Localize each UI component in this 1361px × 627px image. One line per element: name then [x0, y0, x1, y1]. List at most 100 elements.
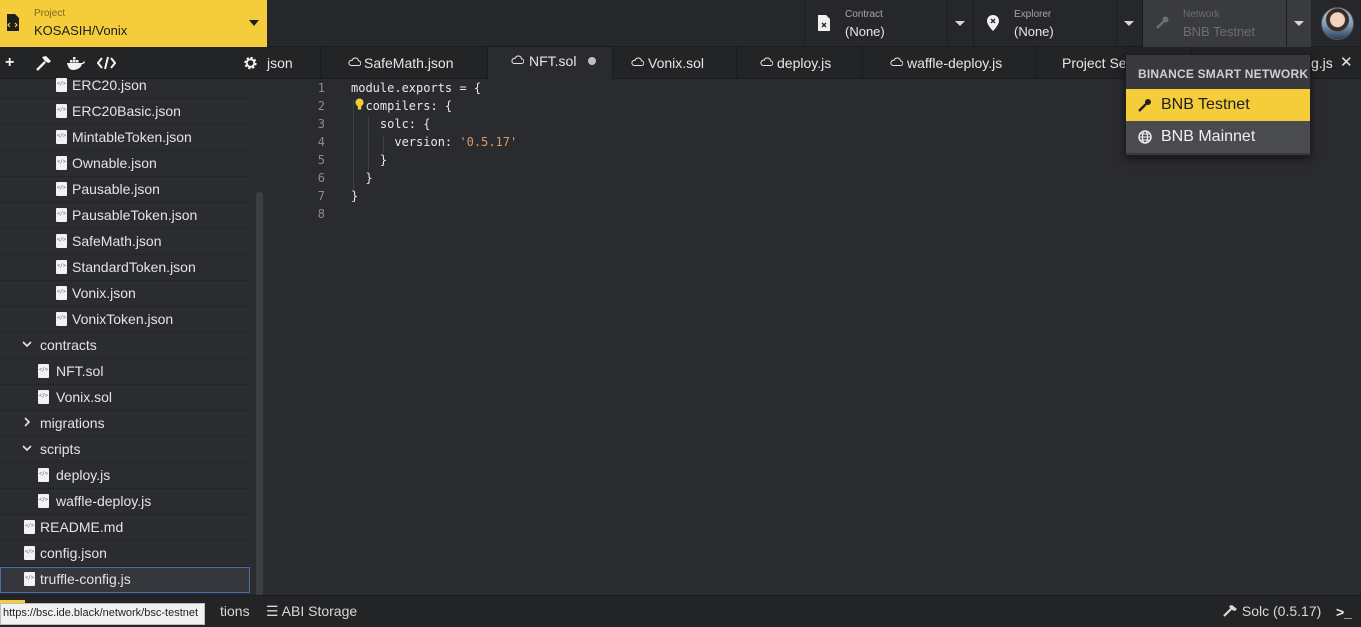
cloud-icon — [631, 57, 644, 66]
tree-item-label: ERC20.json — [72, 77, 147, 93]
chevron-down-icon[interactable] — [22, 443, 32, 453]
code-editor[interactable]: 1 2 3 4 5 6 7 8 module.exports = { compi… — [267, 79, 1361, 595]
line-number: 5 — [317, 153, 325, 167]
network-value: BNB Testnet — [1183, 24, 1256, 39]
tab-truffle-config-partial[interactable]: g.js — [1311, 47, 1341, 79]
tree-folder[interactable]: contracts — [0, 333, 250, 359]
tab-label: Project Se — [1062, 55, 1127, 71]
chevron-right-icon[interactable] — [22, 417, 32, 427]
tree-item-label: truffle-config.js — [40, 571, 131, 587]
tree-item-label: MintableToken.json — [72, 129, 192, 145]
tree-item[interactable]: waffle-deploy.js — [0, 489, 250, 515]
code-line: module.exports = { — [351, 81, 482, 95]
tree-item-label: Pausable.json — [72, 181, 160, 197]
explorer-dropdown-toggle[interactable] — [1116, 0, 1141, 47]
line-number: 8 — [317, 207, 325, 221]
tab-partial[interactable]: json — [267, 47, 321, 79]
tree-item[interactable]: ERC20.json — [0, 73, 250, 99]
tree-item-label: config.json — [40, 545, 107, 561]
tree-folder[interactable]: scripts — [0, 437, 250, 463]
explorer-selector[interactable]: Explorer (None) — [973, 0, 1141, 47]
file-icon — [38, 468, 49, 482]
tree-folder-label: scripts — [40, 441, 81, 457]
tree-item[interactable]: NFT.sol — [0, 359, 250, 385]
menu-item-label: BNB Testnet — [1161, 96, 1250, 113]
key-icon — [1138, 99, 1151, 112]
tab-waffle-deploy-js[interactable]: waffle-deploy.js — [863, 47, 1037, 79]
tab-nft-sol[interactable]: NFT.sol — [488, 47, 613, 79]
tree-item[interactable]: deploy.js — [0, 463, 250, 489]
tree-item[interactable]: SafeMath.json — [0, 229, 250, 255]
file-x-icon — [818, 15, 830, 31]
tree-item[interactable]: Pausable.json — [0, 177, 250, 203]
project-selector[interactable]: Project KOSASIH/Vonix — [0, 0, 267, 47]
code-token: version: — [351, 135, 460, 149]
file-explorer-sidebar: + ERC20.json ERC20Basic.json Mint — [0, 47, 267, 627]
abi-storage-button[interactable]: ☰ ABI Storage — [266, 603, 357, 620]
tab-label: NFT.sol — [529, 53, 577, 69]
tab-label: deploy.js — [777, 55, 832, 71]
terminal-icon[interactable]: >_ — [1336, 604, 1352, 620]
tree-folder[interactable]: migrations — [0, 411, 250, 437]
unsaved-dot-icon[interactable] — [588, 57, 596, 65]
plus-icon[interactable]: + — [5, 55, 14, 71]
code-icon[interactable] — [97, 55, 116, 71]
sidebar-scrollbar[interactable] — [256, 192, 263, 627]
compiler-version[interactable]: Solc (0.5.17) — [1223, 603, 1321, 619]
tree-item[interactable]: Vonix.json — [0, 281, 250, 307]
key-icon — [1156, 16, 1169, 29]
tree-item[interactable]: VonixToken.json — [0, 307, 250, 333]
tree-item[interactable]: Ownable.json — [0, 151, 250, 177]
contract-value: (None) — [845, 24, 885, 39]
file-icon — [56, 312, 67, 326]
code-line: compilers: { — [351, 99, 453, 113]
tab-safemath-json[interactable]: SafeMath.json — [321, 47, 488, 79]
tree-item-label: Vonix.sol — [56, 389, 113, 405]
tree-item-selected[interactable]: truffle-config.js — [0, 567, 250, 593]
status-partial-label[interactable]: tions — [220, 603, 250, 619]
contract-dropdown-toggle[interactable] — [947, 0, 972, 47]
file-icon — [24, 572, 35, 586]
globe-icon — [1138, 130, 1152, 144]
hammer-icon[interactable] — [35, 55, 52, 71]
line-number: 3 — [317, 117, 325, 131]
hammer-icon — [1223, 605, 1237, 617]
code-line: } — [351, 153, 388, 167]
file-icon — [56, 260, 67, 274]
file-icon — [56, 234, 67, 248]
tree-folder-label: contracts — [40, 337, 97, 353]
user-avatar[interactable] — [1321, 7, 1354, 40]
explorer-value: (None) — [1014, 24, 1054, 39]
close-icon[interactable]: ✕ — [1340, 53, 1353, 71]
code-line: } — [351, 189, 359, 203]
tree-item-label: Ownable.json — [72, 155, 157, 171]
caret-down-icon[interactable] — [249, 20, 259, 26]
file-icon — [56, 182, 67, 196]
tree-item[interactable]: config.json — [0, 541, 250, 567]
docker-icon[interactable] — [66, 55, 85, 71]
file-icon — [56, 286, 67, 300]
network-dropdown-toggle[interactable] — [1286, 0, 1311, 47]
code-line: solc: { — [351, 117, 431, 131]
tree-item[interactable]: StandardToken.json — [0, 255, 250, 281]
network-selector[interactable]: Network BNB Testnet — [1142, 0, 1311, 47]
gear-icon[interactable] — [243, 55, 258, 71]
line-number: 1 — [317, 81, 325, 95]
list-icon: ☰ — [266, 603, 282, 619]
tab-deploy-js[interactable]: deploy.js — [737, 47, 863, 79]
tree-item[interactable]: README.md — [0, 515, 250, 541]
chevron-down-icon[interactable] — [22, 339, 32, 349]
project-label: Project — [34, 8, 66, 19]
line-number: 4 — [317, 135, 325, 149]
dropdown-header: BINANCE SMART NETWORK — [1138, 67, 1309, 81]
tree-item[interactable]: PausableToken.json — [0, 203, 250, 229]
map-pin-icon — [987, 15, 999, 31]
tree-item[interactable]: MintableToken.json — [0, 125, 250, 151]
menu-item-bnb-mainnet[interactable]: BNB Mainnet — [1126, 121, 1310, 153]
tab-vonix-sol[interactable]: Vonix.sol — [613, 47, 737, 79]
file-icon — [56, 104, 67, 118]
menu-item-bnb-testnet[interactable]: BNB Testnet — [1126, 89, 1310, 121]
tree-item[interactable]: ERC20Basic.json — [0, 99, 250, 125]
contract-selector[interactable]: Contract (None) — [804, 0, 972, 47]
tree-item[interactable]: Vonix.sol — [0, 385, 250, 411]
